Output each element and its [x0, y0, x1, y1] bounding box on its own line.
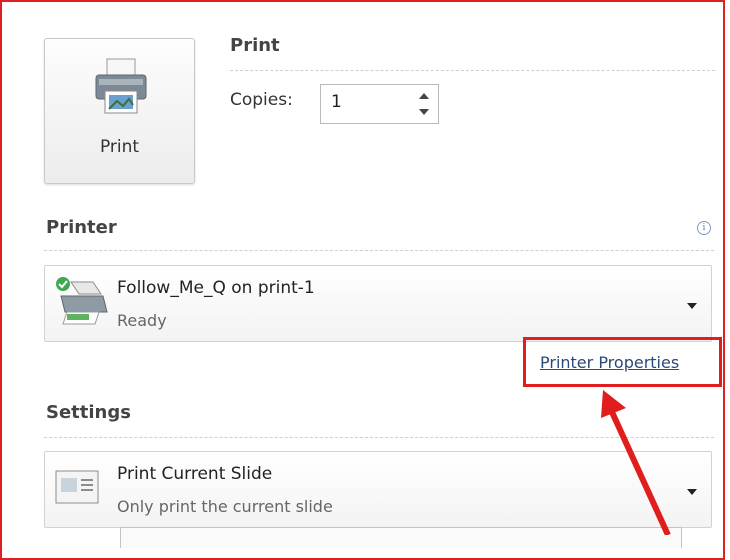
printer-status: Ready	[117, 311, 167, 330]
printer-icon	[95, 58, 147, 114]
print-button-label: Print	[99, 137, 140, 157]
settings-section-title: Settings	[46, 402, 131, 423]
settings-divider	[44, 437, 714, 438]
info-icon[interactable]: i	[697, 221, 711, 235]
next-dropdown-partial[interactable]	[120, 527, 682, 548]
setting-name: Print Current Slide	[117, 464, 273, 484]
setting-description: Only print the current slide	[117, 497, 333, 516]
printer-dropdown[interactable]: Follow_Me_Q on print-1 Ready	[44, 265, 712, 342]
dropdown-arrow-icon[interactable]	[687, 489, 697, 495]
copies-value[interactable]: 1	[331, 92, 342, 112]
spinner-down-icon[interactable]	[419, 109, 429, 115]
printer-divider	[44, 250, 714, 251]
printer-section-title: Printer	[46, 217, 117, 238]
print-button[interactable]: Print	[44, 38, 195, 184]
print-title: Print	[230, 35, 280, 56]
printer-name: Follow_Me_Q on print-1	[117, 278, 315, 298]
print-title-divider	[230, 70, 715, 71]
spinner-up-icon[interactable]	[419, 93, 429, 99]
dropdown-arrow-icon[interactable]	[687, 303, 697, 309]
copies-spinbox[interactable]: 1	[320, 84, 439, 124]
printer-properties-link[interactable]: Printer Properties	[540, 353, 679, 372]
printer-status-icon	[56, 277, 108, 325]
copies-spinner[interactable]	[414, 89, 434, 119]
copies-label: Copies:	[230, 90, 293, 110]
slide-icon	[55, 470, 99, 504]
settings-dropdown[interactable]: Print Current Slide Only print the curre…	[44, 451, 712, 528]
